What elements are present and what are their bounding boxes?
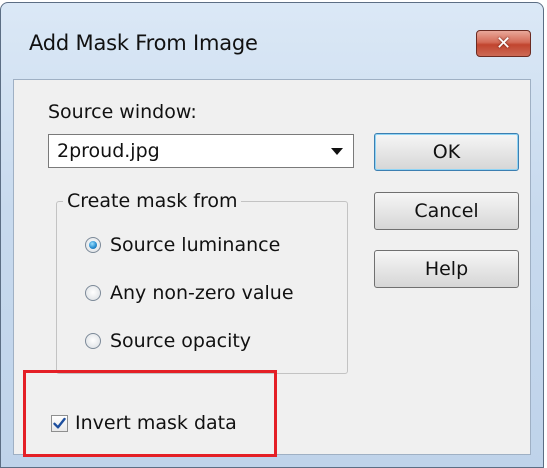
chevron-down-icon	[331, 148, 343, 155]
ok-button[interactable]: OK	[374, 133, 519, 171]
close-button[interactable]: ✕	[476, 30, 531, 57]
add-mask-dialog: Add Mask From Image ✕ Source window: 2pr…	[0, 2, 544, 468]
create-mask-from-group: Create mask from Source luminance Any no…	[56, 190, 348, 374]
radio-button[interactable]	[85, 237, 101, 253]
radio-button[interactable]	[85, 285, 101, 301]
radio-source-luminance[interactable]: Source luminance	[85, 232, 280, 258]
invert-mask-data-option[interactable]: Invert mask data	[51, 409, 237, 437]
close-icon: ✕	[495, 33, 512, 54]
source-window-value: 2proud.jpg	[57, 140, 160, 162]
invert-mask-checkbox[interactable]	[51, 414, 68, 432]
group-label: Create mask from	[63, 190, 242, 212]
source-window-dropdown[interactable]: 2proud.jpg	[48, 134, 354, 168]
radio-label: Source luminance	[110, 234, 281, 256]
checkmark-icon	[53, 417, 66, 428]
source-window-label: Source window:	[48, 101, 197, 123]
help-button[interactable]: Help	[374, 250, 519, 288]
cancel-button[interactable]: Cancel	[374, 192, 519, 230]
radio-label: Source opacity	[110, 330, 252, 352]
radio-source-opacity[interactable]: Source opacity	[85, 328, 251, 354]
dialog-title: Add Mask From Image	[29, 31, 258, 55]
radio-label: Any non-zero value	[110, 282, 294, 304]
invert-mask-label: Invert mask data	[75, 412, 237, 434]
title-bar: Add Mask From Image ✕	[1, 3, 543, 79]
radio-any-non-zero-value[interactable]: Any non-zero value	[85, 280, 294, 306]
radio-button[interactable]	[85, 333, 101, 349]
dialog-content: Source window: 2proud.jpg OK Cancel Help…	[13, 79, 531, 457]
